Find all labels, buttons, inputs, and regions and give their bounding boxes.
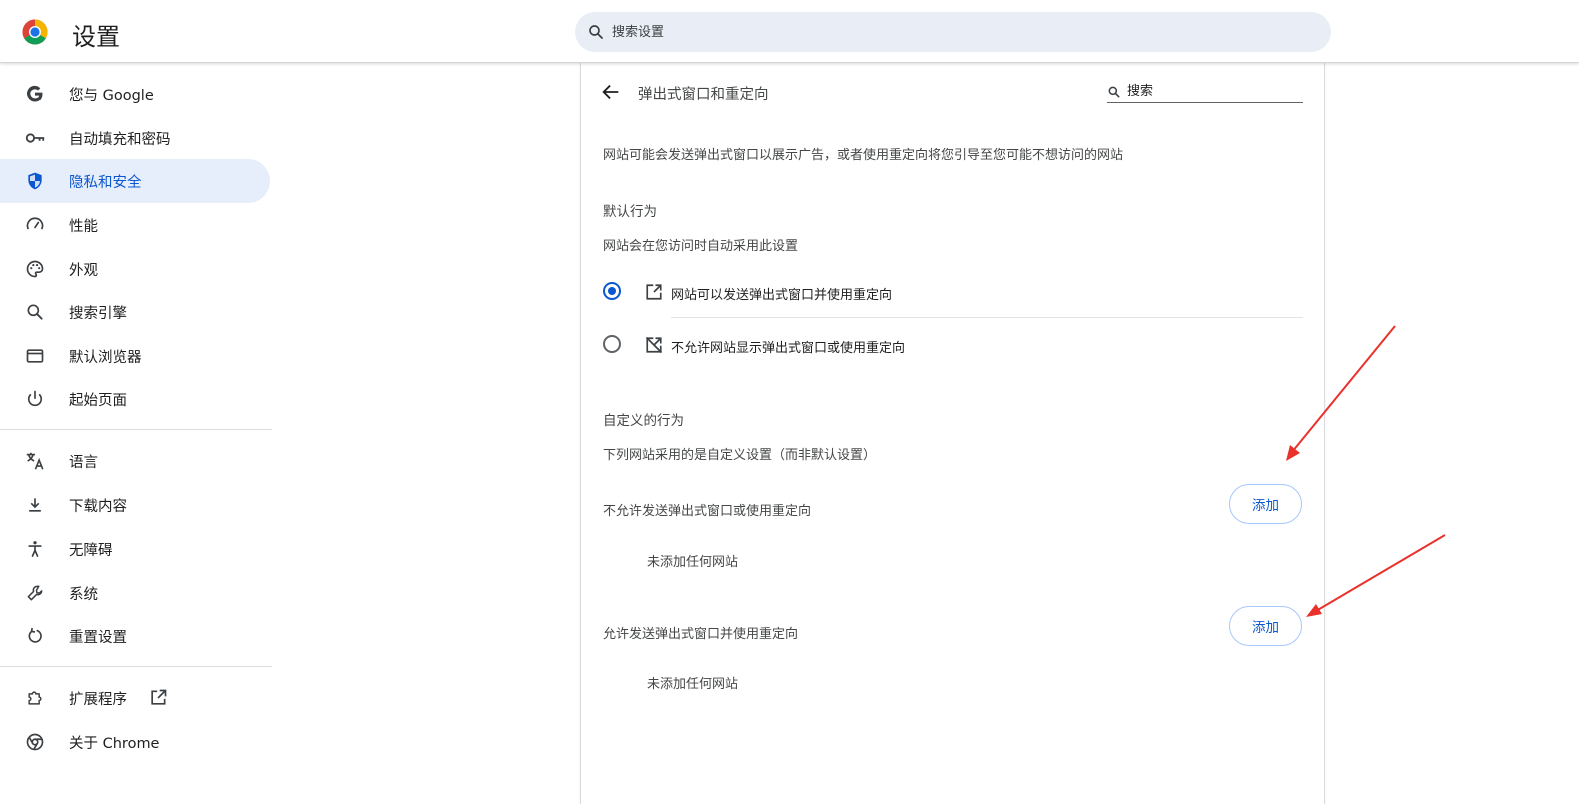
sidebar-item-accessibility[interactable]: 无障碍 xyxy=(0,527,270,571)
sidebar-item-downloads[interactable]: 下载内容 xyxy=(0,483,270,527)
sidebar-item-about-chrome[interactable]: 关于 Chrome xyxy=(0,720,270,764)
radio-allow-popups[interactable] xyxy=(603,282,621,300)
sidebar-item-label: 自动填充和密码 xyxy=(69,131,171,148)
page-description: 网站可能会发送弹出式窗口以展示广告，或者使用重定向将您引导至您可能不想访问的网站 xyxy=(603,148,1124,163)
sidebar-item-label: 隐私和安全 xyxy=(69,174,142,191)
download-icon xyxy=(24,494,46,516)
option-label: 不允许网站显示弹出式窗口或使用重定向 xyxy=(671,341,906,356)
sidebar-item-label: 外观 xyxy=(69,262,98,279)
wrench-icon xyxy=(24,582,46,604)
sidebar-divider xyxy=(0,429,272,430)
sidebar-item-you-and-google[interactable]: 您与 Google xyxy=(0,72,270,116)
sidebar-item-label: 搜索引擎 xyxy=(69,305,127,322)
key-icon xyxy=(24,127,46,149)
sidebar-item-label: 扩展程序 xyxy=(69,691,127,708)
top-header: 设置 xyxy=(0,0,1579,63)
sidebar-item-label: 您与 Google xyxy=(69,87,154,104)
subpage-title: 弹出式窗口和重定向 xyxy=(638,87,769,103)
sidebar-item-appearance[interactable]: 外观 xyxy=(0,247,270,291)
translate-icon xyxy=(24,450,46,472)
sidebar-item-label: 下载内容 xyxy=(69,498,127,515)
settings-search-bar[interactable] xyxy=(575,12,1331,52)
sidebar-item-label: 系统 xyxy=(69,586,98,603)
popup-blocked-icon xyxy=(645,336,663,354)
chrome-logo-icon xyxy=(22,19,48,45)
sidebar-item-label: 无障碍 xyxy=(69,542,113,559)
google-g-icon xyxy=(24,83,46,105)
browser-window-icon xyxy=(24,345,46,367)
search-icon xyxy=(24,301,46,323)
settings-search-input[interactable] xyxy=(612,12,1292,52)
annotation-arrow-2 xyxy=(1306,534,1446,617)
sidebar-divider xyxy=(0,666,272,667)
open-in-new-icon xyxy=(646,284,662,300)
shield-icon xyxy=(24,170,46,192)
sidebar-item-performance[interactable]: 性能 xyxy=(0,203,270,247)
sidebar-item-reset-settings[interactable]: 重置设置 xyxy=(0,614,270,658)
open-in-new-icon xyxy=(151,689,167,705)
option-label: 网站可以发送弹出式窗口并使用重定向 xyxy=(671,288,893,303)
default-behavior-heading: 默认行为 xyxy=(603,204,657,220)
allow-list-label: 允许发送弹出式窗口并使用重定向 xyxy=(603,627,799,642)
power-icon xyxy=(24,388,46,410)
subpage-search-input[interactable] xyxy=(1127,81,1301,101)
sidebar-item-privacy[interactable]: 隐私和安全 xyxy=(0,159,270,203)
custom-behavior-heading: 自定义的行为 xyxy=(603,413,684,429)
page-title: 设置 xyxy=(72,23,120,51)
sidebar-item-label: 语言 xyxy=(69,454,98,471)
option-separator xyxy=(671,317,1303,318)
block-list-empty-text: 未添加任何网站 xyxy=(647,555,739,570)
sidebar-item-on-startup[interactable]: 起始页面 xyxy=(0,377,270,421)
popups-settings-card: 弹出式窗口和重定向 网站可能会发送弹出式窗口以展示广告，或者使用重定向将您引导至… xyxy=(580,63,1325,804)
sidebar-item-label: 关于 Chrome xyxy=(69,735,160,752)
sidebar-item-system[interactable]: 系统 xyxy=(0,571,270,615)
sidebar-item-languages[interactable]: 语言 xyxy=(0,439,270,483)
radio-block-popups[interactable] xyxy=(603,335,621,353)
add-allowed-site-button[interactable]: 添加 xyxy=(1229,606,1302,646)
block-list-label: 不允许发送弹出式窗口或使用重定向 xyxy=(603,504,812,519)
sidebar-item-default-browser[interactable]: 默认浏览器 xyxy=(0,334,270,378)
allow-list-empty-text: 未添加任何网站 xyxy=(647,677,739,692)
reset-icon xyxy=(24,625,46,647)
add-blocked-site-button[interactable]: 添加 xyxy=(1229,484,1302,524)
sidebar-item-label: 性能 xyxy=(69,218,98,235)
accessibility-icon xyxy=(24,538,46,560)
search-icon xyxy=(589,25,603,39)
back-arrow-icon[interactable] xyxy=(600,81,622,103)
sidebar-item-label: 默认浏览器 xyxy=(69,349,142,366)
sidebar-item-search-engine[interactable]: 搜索引擎 xyxy=(0,290,270,334)
sidebar-item-autofill[interactable]: 自动填充和密码 xyxy=(0,116,270,160)
sidebar-item-label: 起始页面 xyxy=(69,392,127,409)
palette-icon xyxy=(24,258,46,280)
subpage-search[interactable] xyxy=(1107,81,1303,103)
sidebar-item-label: 重置设置 xyxy=(69,629,127,646)
default-behavior-subheading: 网站会在您访问时自动采用此设置 xyxy=(603,239,799,254)
speedometer-icon xyxy=(24,214,46,236)
sidebar-item-extensions[interactable]: 扩展程序 xyxy=(0,676,270,720)
puzzle-icon xyxy=(24,687,46,709)
custom-behavior-subheading: 下列网站采用的是自定义设置（而非默认设置） xyxy=(603,448,877,463)
sidebar: 您与 Google 自动填充和密码 隐私和安全 性能 外观 搜索引擎 默认浏览器… xyxy=(0,64,272,804)
chrome-icon xyxy=(24,731,46,753)
search-icon xyxy=(1108,86,1120,98)
